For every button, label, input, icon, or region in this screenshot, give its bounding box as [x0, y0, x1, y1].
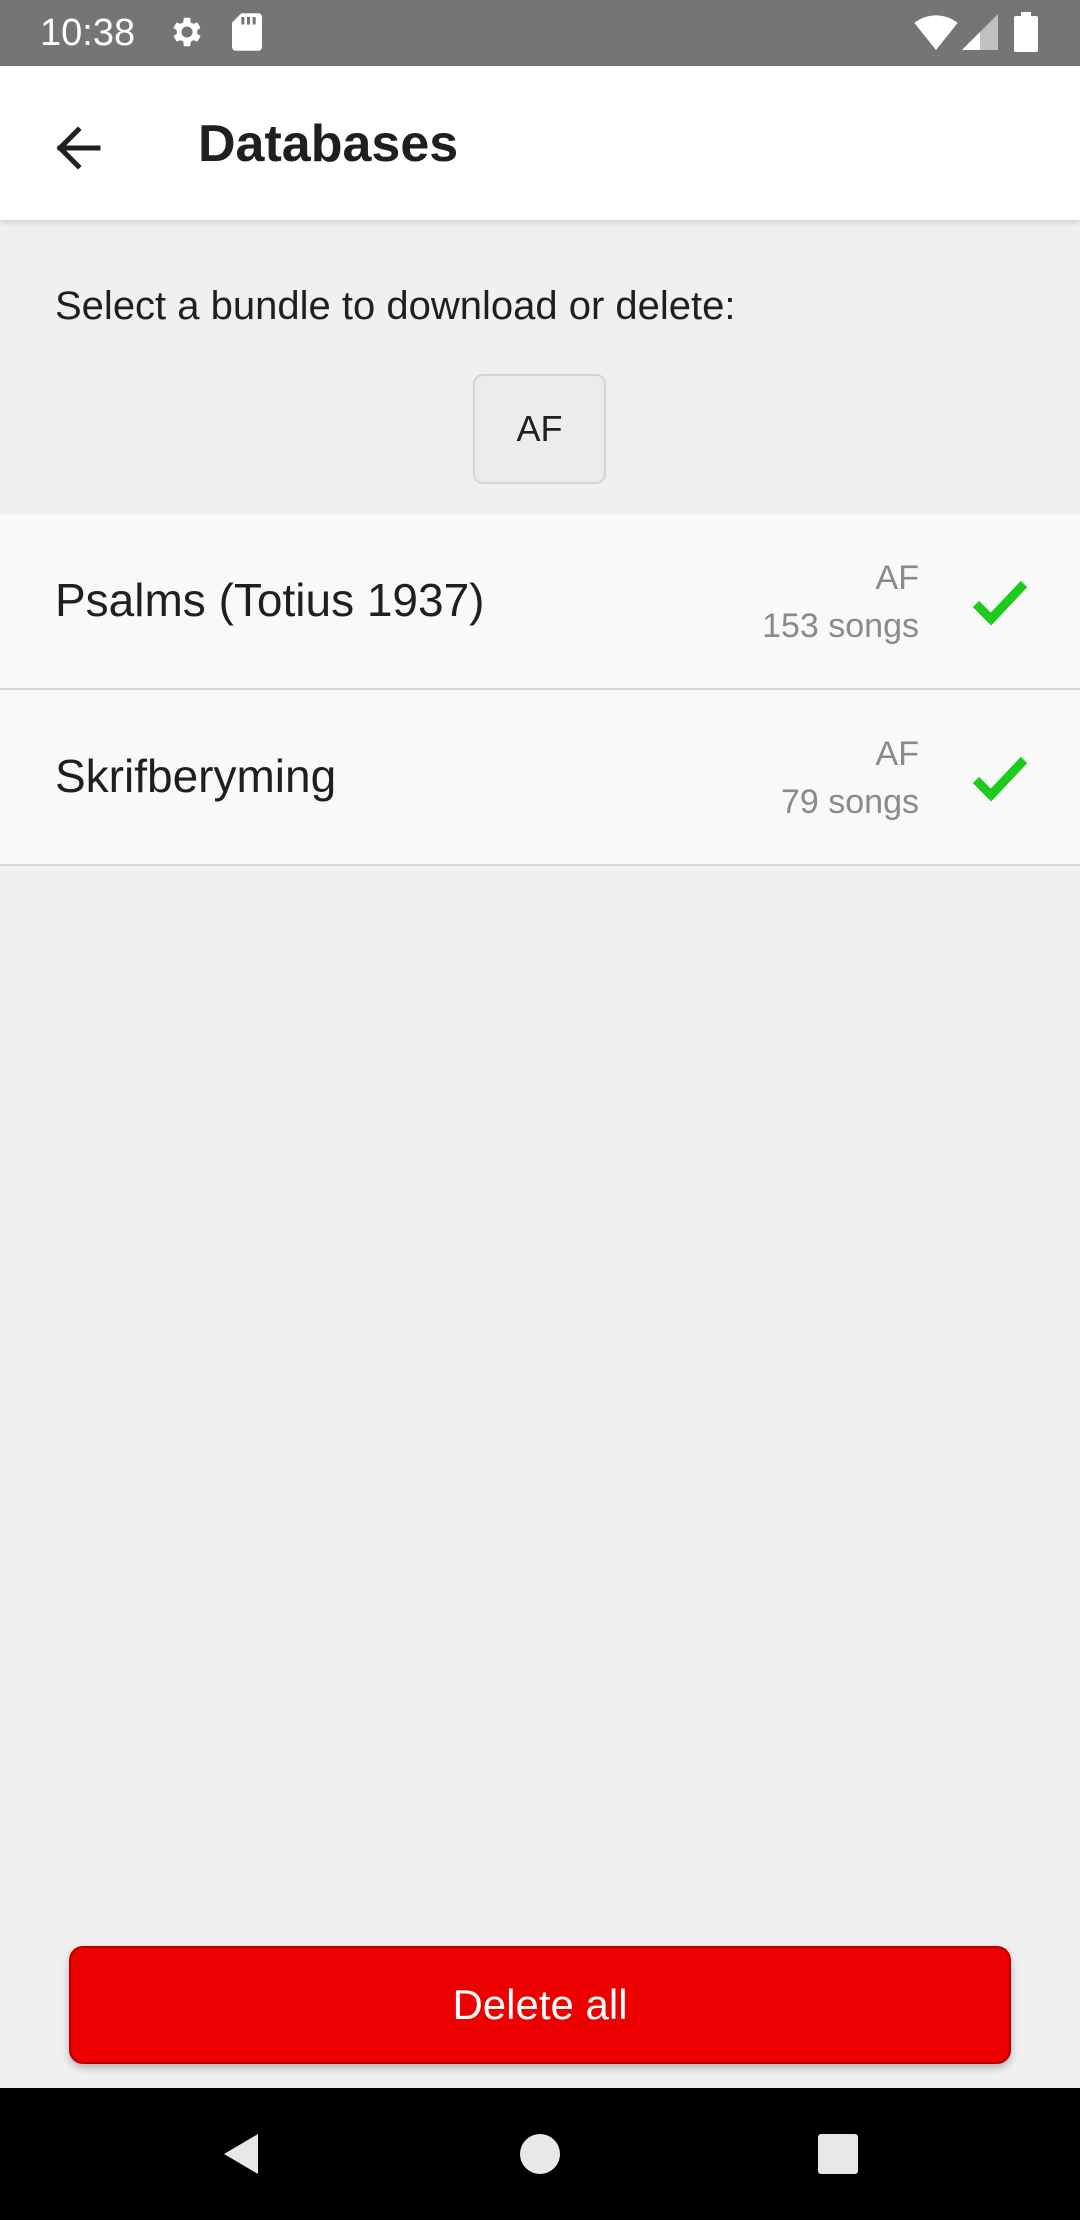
language-filter-chip[interactable]: AF — [473, 374, 606, 484]
app-bar: Databases — [0, 66, 1080, 220]
status-time: 10:38 — [40, 12, 136, 54]
bundle-name: Psalms (Totius 1937) — [55, 574, 485, 626]
check-icon — [972, 578, 1028, 626]
bundle-name: Skrifberyming — [55, 750, 337, 802]
status-bar: 10:38 — [0, 0, 1080, 66]
check-icon — [972, 754, 1028, 802]
bundle-language: AF — [875, 735, 919, 773]
delete-all-button[interactable]: Delete all — [69, 1946, 1011, 2064]
bundle-song-count: 153 songs — [762, 607, 919, 645]
system-nav-bar — [0, 2088, 1080, 2220]
back-triangle-icon[interactable] — [210, 2122, 274, 2186]
bundle-language: AF — [875, 559, 919, 597]
bundle-song-count: 79 songs — [781, 783, 919, 821]
gear-icon — [168, 13, 206, 56]
page-title: Databases — [198, 115, 459, 173]
wifi-icon — [914, 14, 958, 55]
sd-card-icon — [232, 13, 262, 56]
battery-icon — [1014, 12, 1038, 57]
bundle-list: Psalms (Totius 1937) AF 153 songs Skrifb… — [0, 514, 1080, 866]
bundle-item-skrifberyming[interactable]: Skrifberyming AF 79 songs — [0, 690, 1080, 866]
bundle-prompt: Select a bundle to download or delete: — [55, 284, 736, 328]
recents-square-icon[interactable] — [806, 2122, 870, 2186]
bundle-item-psalms[interactable]: Psalms (Totius 1937) AF 153 songs — [0, 514, 1080, 690]
home-circle-icon[interactable] — [508, 2122, 572, 2186]
cell-signal-icon — [962, 14, 998, 55]
back-button[interactable] — [38, 108, 118, 188]
arrow-back-icon — [38, 126, 118, 192]
